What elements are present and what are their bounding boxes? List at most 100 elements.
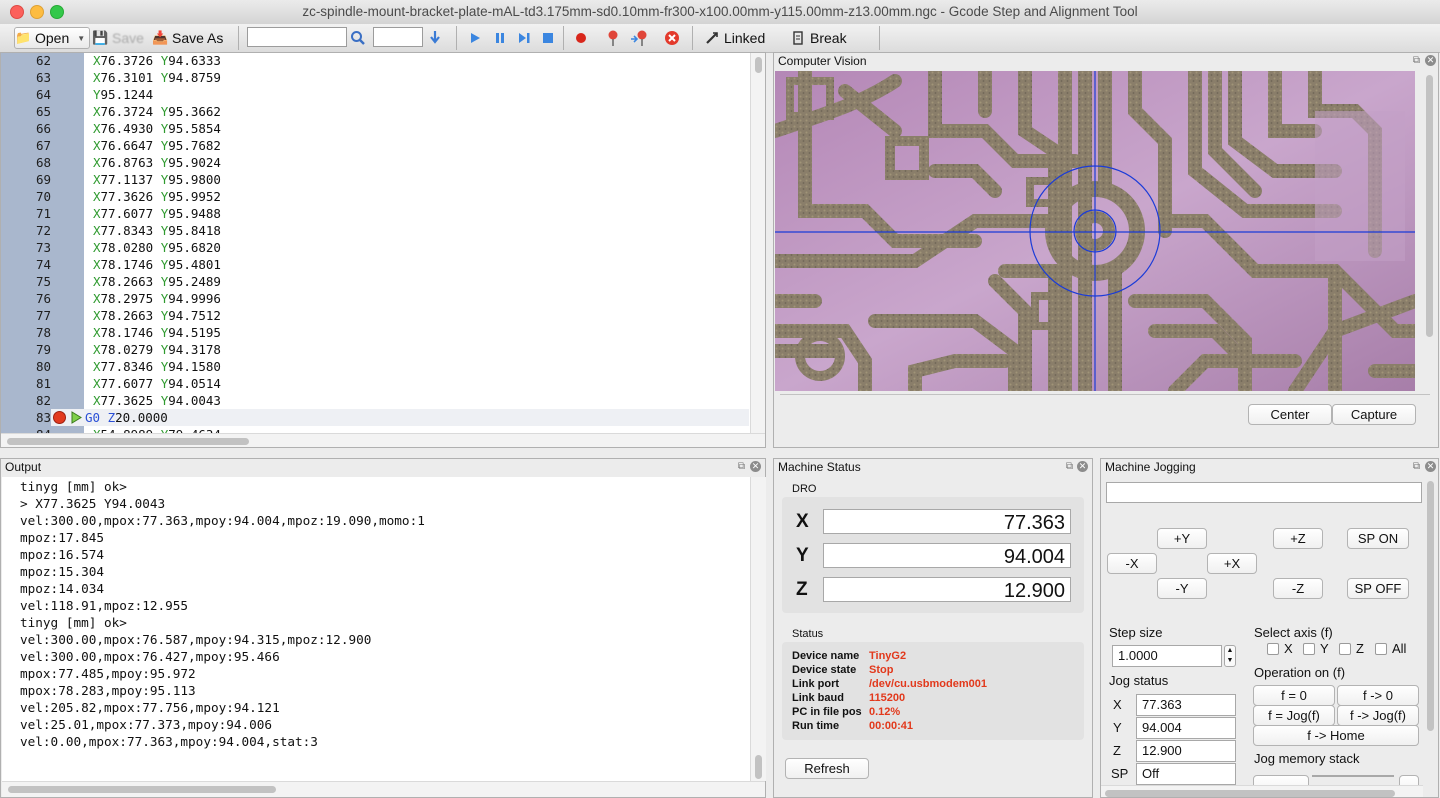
editor-vertical-scrollbar[interactable] — [750, 53, 765, 433]
code-text: X78.1746 Y94.5195 — [93, 325, 221, 340]
jog-minus-x-button[interactable]: -X — [1107, 553, 1157, 574]
pin-jog-icon[interactable] — [630, 27, 650, 49]
code-line[interactable]: 72 X77.8343 Y95.8418 — [1, 222, 749, 239]
machine-status-panel: Machine Status ⧉ ✕ DRO X 77.363 Y 94.004… — [773, 458, 1093, 798]
go-to-point-icon[interactable] — [606, 27, 620, 49]
axis-y-checkbox[interactable] — [1303, 643, 1315, 655]
jog-horizontal-scrollbar[interactable] — [1101, 785, 1423, 797]
code-line[interactable]: 71 X77.6077 Y95.9488 — [1, 205, 749, 222]
step-size-input[interactable]: 1.0000 — [1112, 645, 1222, 667]
current-code-line[interactable]: 83 G0 Z20.0000 — [1, 409, 749, 426]
code-line[interactable]: 66 X76.4930 Y95.5854 — [1, 120, 749, 137]
scrollbar-thumb[interactable] — [7, 438, 249, 445]
f-to-jog-button[interactable]: f -> Jog(f) — [1337, 705, 1419, 726]
float-panel-icon[interactable]: ⧉ — [1411, 461, 1422, 472]
save-as-button[interactable]: 📥 Save As — [152, 27, 223, 49]
code-line[interactable]: 74 X78.1746 Y95.4801 — [1, 256, 749, 273]
code-line[interactable]: 76 X78.2975 Y94.9996 — [1, 290, 749, 307]
jog-plus-y-button[interactable]: +Y — [1157, 528, 1207, 549]
search-input[interactable] — [247, 27, 347, 47]
code-line[interactable]: 73 X78.0280 Y95.6820 — [1, 239, 749, 256]
f-to-zero-button[interactable]: f -> 0 — [1337, 685, 1419, 706]
chevron-down-icon[interactable]: ▼ — [77, 34, 85, 43]
linked-button[interactable]: Linked — [704, 27, 765, 49]
jog-minus-y-button[interactable]: -Y — [1157, 578, 1207, 599]
scrollbar-thumb[interactable] — [755, 57, 762, 73]
jog-vertical-scrollbar[interactable] — [1423, 477, 1438, 797]
spindle-on-button[interactable]: SP ON — [1347, 528, 1409, 549]
jog-plus-z-button[interactable]: +Z — [1273, 528, 1323, 549]
axis-z-label: Z — [1356, 641, 1364, 656]
code-text: X77.1137 Y95.9800 — [93, 172, 221, 187]
code-line[interactable]: 77 X78.2663 Y94.7512 — [1, 307, 749, 324]
memory-stack-select[interactable] — [1312, 775, 1394, 777]
scrollbar-thumb[interactable] — [755, 755, 762, 779]
axis-x-checkbox[interactable] — [1267, 643, 1279, 655]
line-number: 75 — [35, 274, 51, 289]
scrollbar-thumb[interactable] — [1426, 75, 1433, 337]
scrollbar-thumb[interactable] — [8, 786, 276, 793]
code-line[interactable]: 63 X76.3101 Y94.8759 — [1, 69, 749, 86]
gcode-editor[interactable]: 62 X76.3726 Y94.6333 63 X76.3101 Y94.8759 64… — [0, 52, 766, 448]
status-value: /dev/cu.usbmodem001 — [869, 678, 987, 690]
search-icon[interactable] — [350, 27, 366, 49]
step-size-stepper[interactable]: ▲ ▼ — [1224, 645, 1236, 667]
goto-line-input[interactable] — [373, 27, 423, 47]
output-horizontal-scrollbar[interactable] — [2, 781, 765, 797]
close-panel-icon[interactable]: ✕ — [1425, 461, 1436, 472]
run-icon[interactable] — [468, 27, 482, 49]
code-line[interactable]: 80 X77.8346 Y94.1580 — [1, 358, 749, 375]
center-button[interactable]: Center — [1248, 404, 1332, 425]
axis-all-checkbox[interactable] — [1375, 643, 1387, 655]
jog-command-input[interactable] — [1106, 482, 1422, 503]
editor-horizontal-scrollbar[interactable] — [1, 433, 765, 447]
camera-view[interactable] — [775, 71, 1415, 391]
reset-icon[interactable] — [664, 27, 680, 49]
close-panel-icon[interactable]: ✕ — [1077, 461, 1088, 472]
breakpoint-marker-icon[interactable] — [53, 411, 66, 424]
breakpoint-icon[interactable] — [574, 27, 588, 49]
goto-line-icon[interactable] — [428, 27, 442, 49]
jog-x-value: 77.363 — [1136, 694, 1236, 716]
break-button[interactable]: Break — [790, 27, 847, 49]
code-line[interactable]: 79 X78.0279 Y94.3178 — [1, 341, 749, 358]
status-key: PC in file pos — [792, 706, 862, 718]
refresh-button[interactable]: Refresh — [785, 758, 869, 779]
output-vertical-scrollbar[interactable] — [750, 477, 766, 781]
code-text: X76.3101 Y94.8759 — [93, 70, 221, 85]
float-panel-icon[interactable]: ⧉ — [1411, 55, 1422, 66]
step-icon[interactable] — [517, 27, 531, 49]
f-to-home-button[interactable]: f -> Home — [1253, 725, 1419, 746]
code-line[interactable]: 69 X77.1137 Y95.9800 — [1, 171, 749, 188]
camera-vertical-scrollbar[interactable] — [1422, 71, 1437, 391]
code-line[interactable]: 68 X76.8763 Y95.9024 — [1, 154, 749, 171]
output-log[interactable]: tinyg [mm] ok> > X77.3625 Y94.0043 vel:300… — [2, 477, 766, 781]
f-equals-zero-button[interactable]: f = 0 — [1253, 685, 1335, 706]
code-line[interactable]: 81 X77.6077 Y94.0514 — [1, 375, 749, 392]
save-button[interactable]: 💾 Save — [92, 27, 144, 49]
stop-icon[interactable] — [541, 27, 555, 49]
axis-z-checkbox[interactable] — [1339, 643, 1351, 655]
code-line[interactable]: 62 X76.3726 Y94.6333 — [1, 53, 749, 69]
code-line[interactable]: 78 X78.1746 Y94.5195 — [1, 324, 749, 341]
float-panel-icon[interactable]: ⧉ — [1064, 461, 1075, 472]
float-panel-icon[interactable]: ⧉ — [736, 461, 747, 472]
code-line[interactable]: 75 X78.2663 Y95.2489 — [1, 273, 749, 290]
spindle-off-button[interactable]: SP OFF — [1347, 578, 1409, 599]
close-panel-icon[interactable]: ✕ — [750, 461, 761, 472]
open-button[interactable]: 📁 Open ▼ — [14, 27, 90, 49]
code-line[interactable]: 65 X76.3724 Y95.3662 — [1, 103, 749, 120]
jog-minus-z-button[interactable]: -Z — [1273, 578, 1323, 599]
capture-button[interactable]: Capture — [1332, 404, 1416, 425]
scrollbar-thumb[interactable] — [1427, 481, 1434, 731]
f-equals-jog-button[interactable]: f = Jog(f) — [1253, 705, 1335, 726]
panel-title: Machine Jogging — [1105, 460, 1196, 474]
jog-plus-x-button[interactable]: +X — [1207, 553, 1257, 574]
scrollbar-thumb[interactable] — [1105, 790, 1395, 797]
code-line[interactable]: 67 X76.6647 Y95.7682 — [1, 137, 749, 154]
code-line[interactable]: 70 X77.3626 Y95.9952 — [1, 188, 749, 205]
pause-icon[interactable] — [493, 27, 507, 49]
code-line[interactable]: 64 Y95.1244 — [1, 86, 749, 103]
code-line[interactable]: 82 X77.3625 Y94.0043 — [1, 392, 749, 409]
close-panel-icon[interactable]: ✕ — [1425, 55, 1436, 66]
